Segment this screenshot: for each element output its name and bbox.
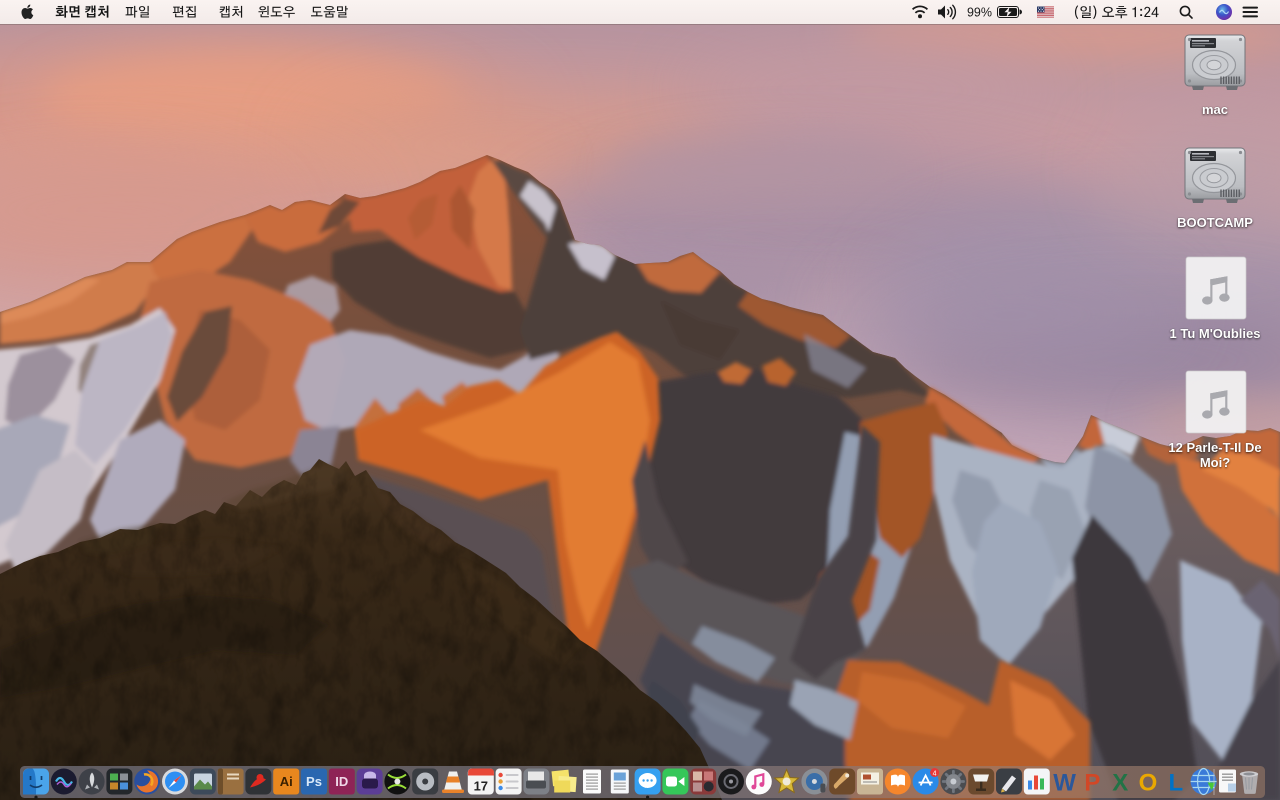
svg-text:ID: ID bbox=[335, 774, 348, 789]
svg-text:W: W bbox=[1053, 770, 1076, 797]
svg-text:Ps: Ps bbox=[306, 774, 322, 789]
svg-text:17: 17 bbox=[474, 779, 488, 794]
svg-text:X: X bbox=[1112, 770, 1128, 797]
svg-text:P: P bbox=[1084, 770, 1100, 797]
svg-text:O: O bbox=[1139, 770, 1158, 797]
svg-text:4: 4 bbox=[933, 771, 937, 778]
svg-text:Ai: Ai bbox=[280, 774, 293, 789]
svg-text:L: L bbox=[1168, 770, 1183, 797]
